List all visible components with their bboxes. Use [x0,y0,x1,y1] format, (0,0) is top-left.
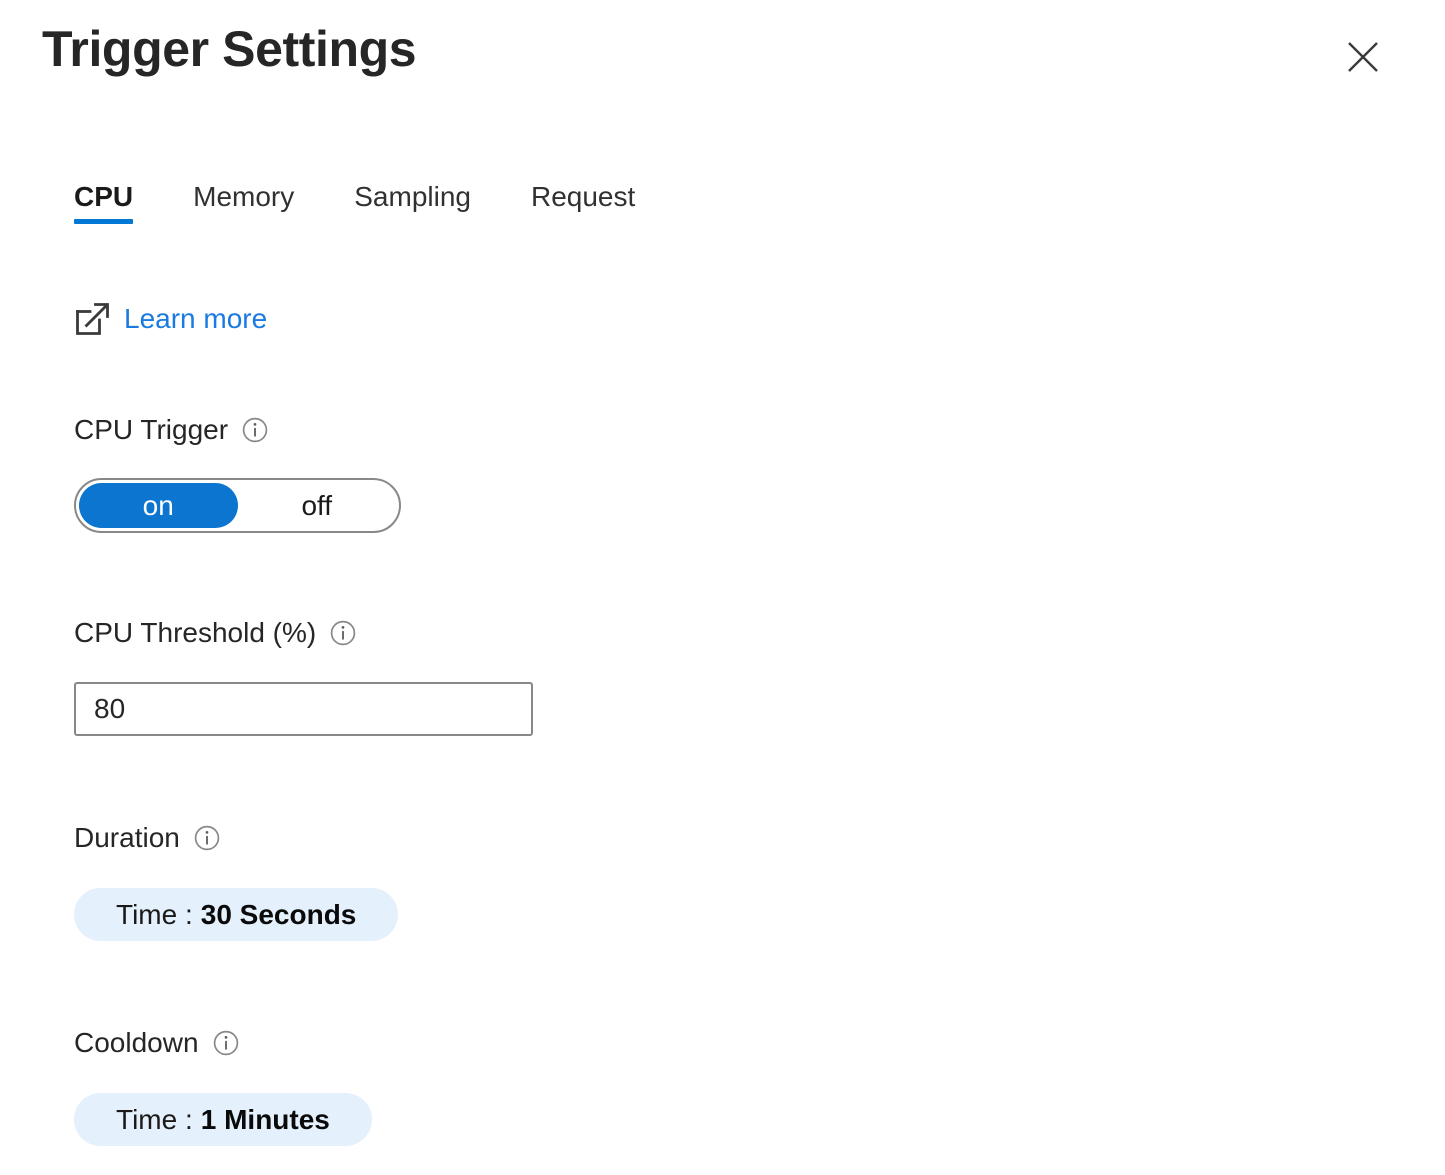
info-icon[interactable] [213,1030,239,1056]
cooldown-label-row: Cooldown [74,1025,239,1061]
tab-sampling-label: Sampling [354,181,471,212]
close-button[interactable] [1339,33,1387,81]
cooldown-label: Cooldown [74,1025,199,1061]
duration-time-pill[interactable]: Time : 30 Seconds [74,888,398,941]
info-icon[interactable] [330,620,356,646]
learn-more-link[interactable]: Learn more [74,300,267,338]
tab-bar: CPU Memory Sampling Request [74,180,635,236]
cpu-threshold-input[interactable] [74,682,533,736]
cpu-trigger-label-row: CPU Trigger [74,412,268,448]
panel-header: Trigger Settings [0,0,1445,115]
duration-pill-value: 30 Seconds [201,901,357,929]
info-icon[interactable] [194,825,220,851]
cooldown-pill-prefix: Time : [116,1106,193,1134]
tab-cpu[interactable]: CPU [74,180,133,236]
cpu-threshold-label: CPU Threshold (%) [74,615,316,651]
duration-pill-prefix: Time : [116,901,193,929]
duration-label-row: Duration [74,820,220,856]
tab-memory-label: Memory [193,181,294,212]
close-icon [1346,40,1380,74]
cooldown-pill-value: 1 Minutes [201,1106,330,1134]
external-link-icon [74,300,112,338]
cpu-trigger-label: CPU Trigger [74,412,228,448]
tab-request-label: Request [531,181,635,212]
tab-sampling[interactable]: Sampling [354,180,471,236]
duration-label: Duration [74,820,180,856]
cpu-trigger-toggle[interactable]: on off [74,478,401,533]
cpu-trigger-toggle-on[interactable]: on [79,483,238,528]
page-title: Trigger Settings [42,22,416,77]
tab-cpu-label: CPU [74,181,133,212]
cpu-trigger-toggle-off[interactable]: off [238,483,397,528]
cpu-threshold-label-row: CPU Threshold (%) [74,615,356,651]
tab-memory[interactable]: Memory [193,180,294,236]
learn-more-label: Learn more [124,302,267,336]
info-icon[interactable] [242,417,268,443]
tab-request[interactable]: Request [531,180,635,236]
trigger-settings-panel: Trigger Settings CPU Memory Sampling Req… [0,0,1445,1175]
cooldown-time-pill[interactable]: Time : 1 Minutes [74,1093,372,1146]
